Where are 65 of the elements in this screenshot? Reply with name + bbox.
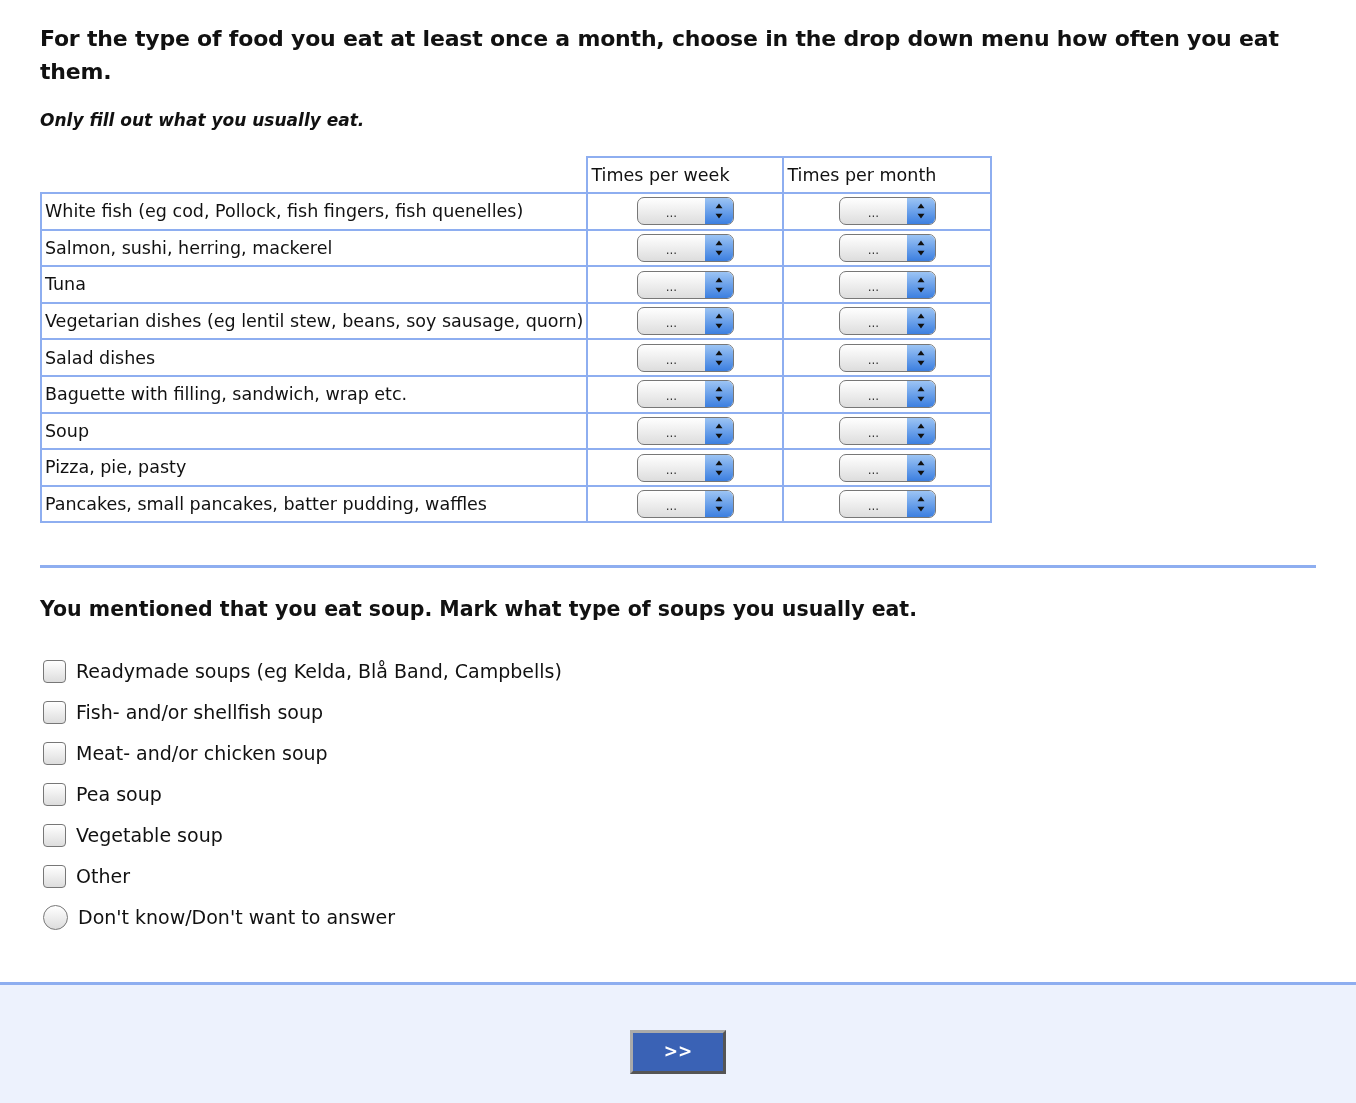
- up-down-arrows-icon: [906, 271, 935, 298]
- food-label: Pancakes, small pancakes, batter pudding, waffles: [41, 485, 588, 523]
- checkbox[interactable]: [43, 701, 66, 725]
- dropdown[interactable]: ...: [636, 343, 734, 372]
- up-down-arrows-icon: [704, 417, 733, 444]
- dropdown[interactable]: ...: [838, 416, 936, 445]
- column-header: Times per month: [783, 156, 992, 194]
- option-label: Other: [76, 864, 130, 890]
- up-down-arrows-icon: [906, 198, 935, 225]
- instruction-text: Only fill out what you usually eat.: [40, 109, 366, 132]
- dropdown[interactable]: ...: [636, 490, 734, 519]
- food-label: Pizza, pie, pasty: [41, 449, 588, 486]
- dropdown[interactable]: ...: [636, 453, 734, 482]
- dropdown[interactable]: ...: [636, 380, 734, 409]
- up-down-arrows-icon: [906, 454, 935, 481]
- food-label: Baguette with filling, sandwich, wrap etc.: [41, 376, 588, 413]
- option-label: Pea soup: [76, 782, 162, 808]
- option-label: Vegetable soup: [76, 823, 223, 849]
- option-label: Meat- and/or chicken soup: [76, 741, 328, 767]
- heading: For the type of food you eat at least once a month, choose in the drop down menu how often you eat them.: [40, 25, 1280, 86]
- option-label: Readymade soups (eg Kelda, Blå Band, Campbells): [76, 659, 562, 685]
- up-down-arrows-icon: [704, 271, 733, 298]
- food-label: Vegetarian dishes (eg lentil stew, beans, soy sausage, quorn): [41, 302, 588, 340]
- up-down-arrows-icon: [704, 344, 733, 371]
- dropdown[interactable]: ...: [636, 307, 734, 336]
- up-down-arrows-icon: [906, 417, 935, 444]
- next-button[interactable]: >>: [630, 1030, 726, 1074]
- food-label: Salmon, sushi, herring, mackerel: [41, 229, 588, 267]
- dropdown[interactable]: ...: [838, 380, 936, 409]
- up-down-arrows-icon: [906, 491, 935, 518]
- dropdown[interactable]: ...: [838, 197, 936, 226]
- checkbox[interactable]: [43, 865, 66, 889]
- dropdown[interactable]: ...: [838, 307, 936, 336]
- up-down-arrows-icon: [906, 308, 935, 335]
- dropdown[interactable]: ...: [838, 453, 936, 482]
- option-label: Don't know/Don't want to answer: [78, 905, 396, 931]
- radio-button[interactable]: [43, 905, 68, 931]
- up-down-arrows-icon: [704, 235, 733, 261]
- up-down-arrows-icon: [704, 198, 733, 225]
- up-down-arrows-icon: [704, 491, 733, 518]
- question-text: You mentioned that you eat soup. Mark what type of soups you usually eat.: [40, 596, 918, 624]
- up-down-arrows-icon: [704, 308, 733, 335]
- up-down-arrows-icon: [704, 381, 733, 408]
- dropdown[interactable]: ...: [838, 343, 936, 372]
- dropdown[interactable]: ...: [838, 270, 936, 299]
- up-down-arrows-icon: [906, 381, 935, 408]
- checkbox[interactable]: [43, 742, 66, 766]
- up-down-arrows-icon: [704, 454, 733, 481]
- food-label: Tuna: [41, 266, 588, 303]
- dropdown[interactable]: ...: [838, 490, 936, 519]
- dropdown[interactable]: ...: [838, 234, 936, 262]
- up-down-arrows-icon: [906, 235, 935, 261]
- food-label: White fish (eg cod, Pollock, fish fingers, fish quenelles): [41, 193, 588, 230]
- food-label: Soup: [41, 412, 588, 450]
- checkbox[interactable]: [43, 660, 66, 684]
- column-header: Times per week: [587, 156, 784, 194]
- food-label: Salad dishes: [41, 339, 588, 377]
- up-down-arrows-icon: [906, 344, 935, 371]
- dropdown[interactable]: ...: [636, 416, 734, 445]
- dropdown[interactable]: ...: [636, 197, 734, 226]
- checkbox[interactable]: [43, 824, 66, 848]
- dropdown[interactable]: ...: [636, 270, 734, 299]
- option-label: Fish- and/or shellfish soup: [76, 700, 324, 726]
- dropdown[interactable]: ...: [636, 234, 734, 262]
- checkbox[interactable]: [43, 783, 66, 807]
